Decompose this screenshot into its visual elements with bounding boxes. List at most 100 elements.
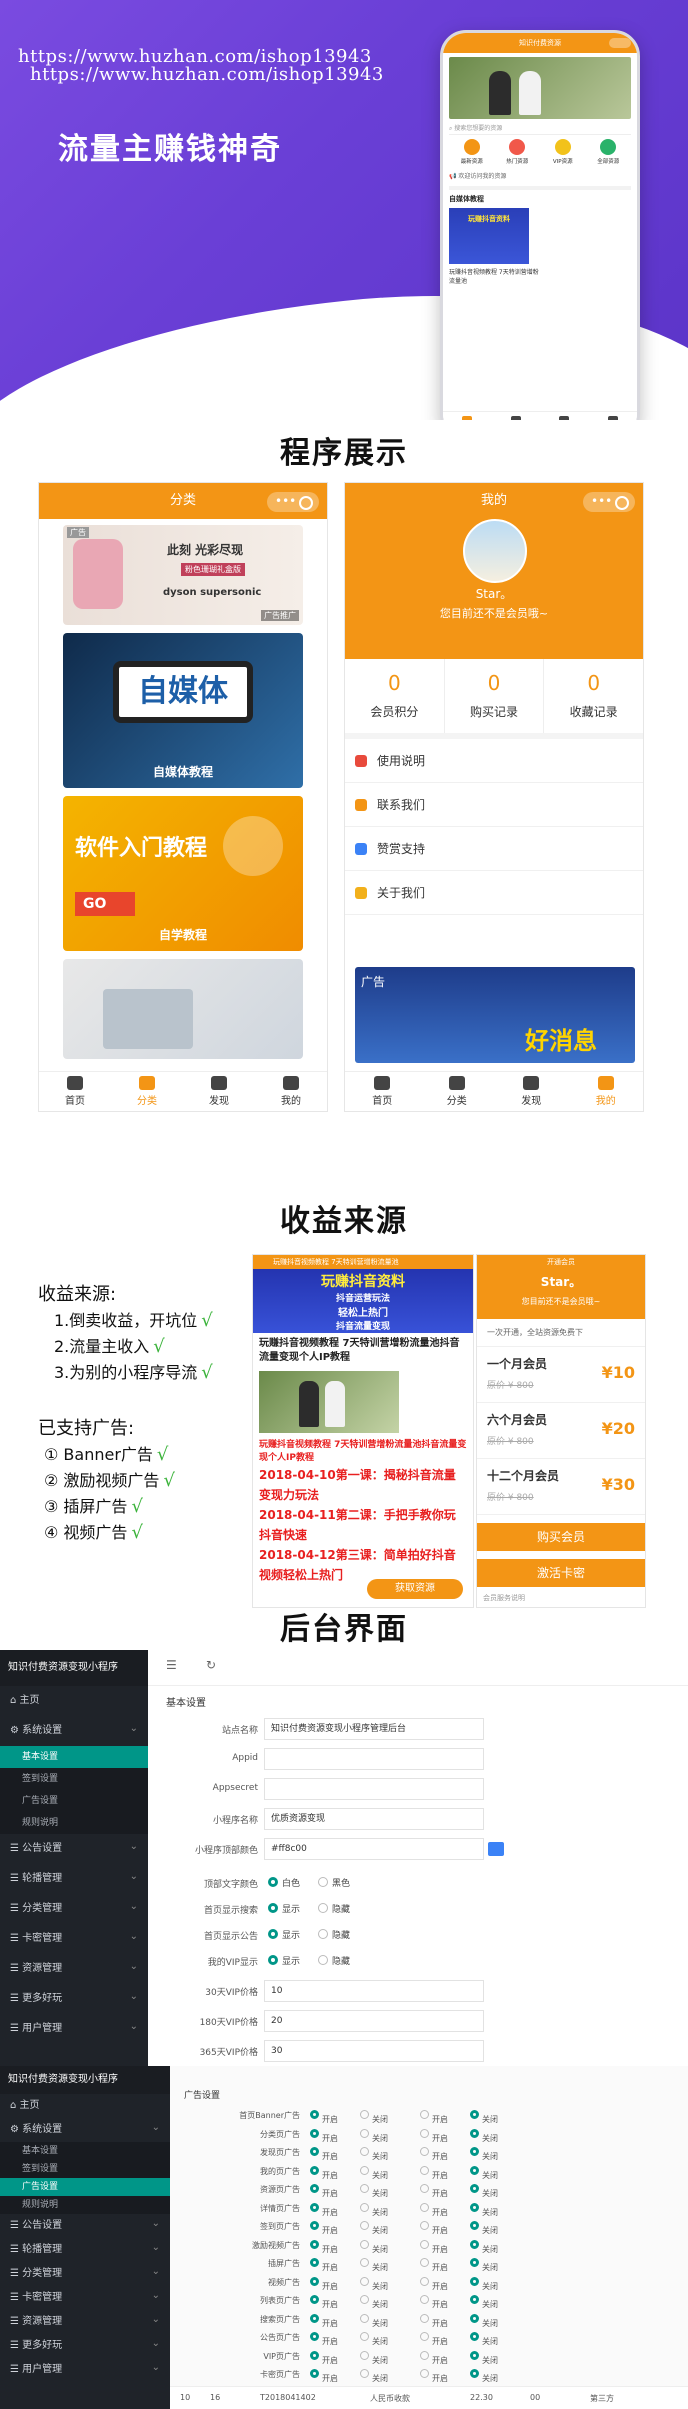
phone-icon-latest[interactable]: 最新资源 (454, 139, 490, 165)
phone-tab-discover[interactable]: 发现 (559, 415, 570, 420)
menu-toggle-icon[interactable]: ☰ (166, 1658, 177, 1672)
tab-me[interactable]: 我的 (596, 1076, 616, 1107)
radio-off[interactable]: 关闭 (360, 2276, 388, 2291)
radio-on[interactable]: 开启 (420, 2313, 448, 2328)
radio-on[interactable]: 开启 (420, 2128, 448, 2143)
radio-off[interactable]: 关闭 (470, 2313, 498, 2328)
radio-off[interactable]: 关闭 (470, 2350, 498, 2365)
nav-more[interactable]: ☰ 更多好玩 (0, 1982, 148, 2014)
menu-contact[interactable]: 联系我们 (345, 783, 643, 827)
phone-banner-image[interactable] (449, 57, 631, 119)
tab-category[interactable]: 分类 (447, 1076, 467, 1107)
capsule-icon[interactable] (267, 483, 319, 519)
nav-resource[interactable]: ☰ 资源管理 (0, 2308, 170, 2334)
subnav-basic[interactable]: 基本设置 (0, 1746, 148, 1768)
radio-on[interactable]: 开启 (420, 2295, 448, 2309)
radio-on[interactable]: 开启 (310, 2369, 338, 2383)
avatar[interactable] (463, 519, 527, 583)
nav-more[interactable]: ☰ 更多好玩 (0, 2332, 170, 2358)
get-resource-button[interactable]: 获取资源 (367, 1579, 463, 1599)
subnav-basic[interactable]: 基本设置 (0, 2142, 170, 2160)
radio-hide[interactable]: 隐藏 (318, 1954, 350, 1967)
radio-off[interactable]: 关闭 (470, 2128, 498, 2143)
activate-card-button[interactable]: 激活卡密 (477, 1559, 645, 1587)
radio-on[interactable]: 开启 (310, 2258, 338, 2272)
top-color-input[interactable]: #ff8c00 (264, 1838, 484, 1860)
price-180-input[interactable]: 20 (264, 2010, 484, 2032)
miniapp-name-input[interactable]: 优质资源变现 (264, 1808, 484, 1830)
vip-plan-3[interactable]: 十二个月会员 原价 ¥ 800 ¥30 (477, 1459, 645, 1515)
radio-off[interactable]: 关闭 (470, 2221, 498, 2235)
nav-home[interactable]: ⌂ 主页 (0, 1686, 148, 1716)
radio-off[interactable]: 关闭 (470, 2276, 498, 2291)
phone-tab-me[interactable]: 我的 (607, 415, 618, 420)
radio-on[interactable]: 开启 (420, 2165, 448, 2180)
stat-points[interactable]: 0 会员积分 (345, 659, 445, 733)
nav-cardkey[interactable]: ☰ 卡密管理 (0, 1922, 148, 1954)
radio-on[interactable]: 开启 (310, 2110, 338, 2124)
radio-off[interactable]: 关闭 (360, 2239, 388, 2254)
radio-off[interactable]: 关闭 (470, 2147, 498, 2161)
radio-off[interactable]: 关闭 (360, 2369, 388, 2383)
radio-off[interactable]: 关闭 (360, 2350, 388, 2365)
site-name-input[interactable]: 知识付费资源变现小程序管理后台 (264, 1718, 484, 1740)
subnav-rules[interactable]: 规则说明 (0, 1812, 148, 1834)
nav-system[interactable]: ⚙ 系统设置 (0, 1714, 148, 1746)
radio-on[interactable]: 开启 (420, 2184, 448, 2198)
radio-on[interactable]: 开启 (310, 2313, 338, 2328)
phone-icon-vip[interactable]: VIP资源 (545, 139, 581, 165)
radio-on[interactable]: 开启 (310, 2239, 338, 2254)
stat-favorites[interactable]: 0 收藏记录 (544, 659, 643, 733)
subnav-ads[interactable]: 广告设置 (0, 1790, 148, 1812)
radio-on[interactable]: 开启 (420, 2147, 448, 2161)
nav-home[interactable]: ⌂ 主页 (0, 2094, 170, 2118)
category-tile-office[interactable] (63, 959, 303, 1059)
nav-category[interactable]: ☰ 分类管理 (0, 2260, 170, 2286)
subnav-checkin[interactable]: 签到设置 (0, 1768, 148, 1790)
radio-black[interactable]: 黑色 (318, 1876, 350, 1889)
radio-on[interactable]: 开启 (310, 2295, 338, 2309)
nav-cardkey[interactable]: ☰ 卡密管理 (0, 2284, 170, 2310)
radio-off[interactable]: 关闭 (360, 2165, 388, 2180)
radio-on[interactable]: 开启 (420, 2332, 448, 2346)
menu-about[interactable]: 关于我们 (345, 871, 643, 915)
radio-white[interactable]: 白色 (268, 1876, 300, 1889)
menu-usage[interactable]: 使用说明 (345, 739, 643, 783)
radio-off[interactable]: 关闭 (470, 2165, 498, 2180)
radio-on[interactable]: 开启 (420, 2276, 448, 2291)
category-tile-ad[interactable]: 广告 此刻 光彩尽现 粉色珊瑚礼盒版 dyson supersonic 广告推广 (63, 525, 303, 625)
tab-discover[interactable]: 发现 (209, 1076, 229, 1107)
tab-me[interactable]: 我的 (281, 1076, 301, 1107)
radio-off[interactable]: 关闭 (470, 2295, 498, 2309)
category-tile-self-media[interactable]: 自媒体 自媒体教程 (63, 633, 303, 788)
phone-tab-category[interactable]: 分类 (510, 415, 521, 420)
radio-off[interactable]: 关闭 (360, 2295, 388, 2309)
radio-show[interactable]: 显示 (268, 1902, 300, 1915)
radio-off[interactable]: 关闭 (470, 2184, 498, 2198)
radio-on[interactable]: 开启 (420, 2202, 448, 2217)
nav-system[interactable]: ⚙ 系统设置 (0, 2116, 170, 2142)
radio-off[interactable]: 关闭 (470, 2110, 498, 2124)
nav-users[interactable]: ☰ 用户管理 (0, 2012, 148, 2044)
radio-show[interactable]: 显示 (268, 1954, 300, 1967)
radio-on[interactable]: 开启 (420, 2239, 448, 2254)
radio-on[interactable]: 开启 (420, 2258, 448, 2272)
phone-search-input[interactable]: ⌕ 搜索您想要的资源 (449, 123, 631, 135)
vip-plan-2[interactable]: 六个月会员 原价 ¥ 800 ¥20 (477, 1403, 645, 1459)
radio-on[interactable]: 开启 (310, 2202, 338, 2217)
radio-off[interactable]: 关闭 (360, 2202, 388, 2217)
radio-off[interactable]: 关闭 (360, 2184, 388, 2198)
tab-home[interactable]: 首页 (372, 1076, 392, 1107)
radio-off[interactable]: 关闭 (360, 2110, 388, 2124)
radio-hide[interactable]: 隐藏 (318, 1928, 350, 1941)
radio-on[interactable]: 开启 (310, 2184, 338, 2198)
capsule-icon[interactable] (583, 483, 635, 519)
nav-carousel[interactable]: ☰ 轮播管理 (0, 2236, 170, 2262)
price-30-input[interactable]: 10 (264, 1980, 484, 2002)
phone-icon-all[interactable]: 全部资源 (590, 139, 626, 165)
radio-off[interactable]: 关闭 (470, 2202, 498, 2217)
phone-notice[interactable]: 📢 欢迎访问我的资源 (449, 171, 631, 180)
radio-on[interactable]: 开启 (310, 2332, 338, 2346)
radio-off[interactable]: 关闭 (470, 2332, 498, 2346)
nav-resource[interactable]: ☰ 资源管理 (0, 1952, 148, 1984)
